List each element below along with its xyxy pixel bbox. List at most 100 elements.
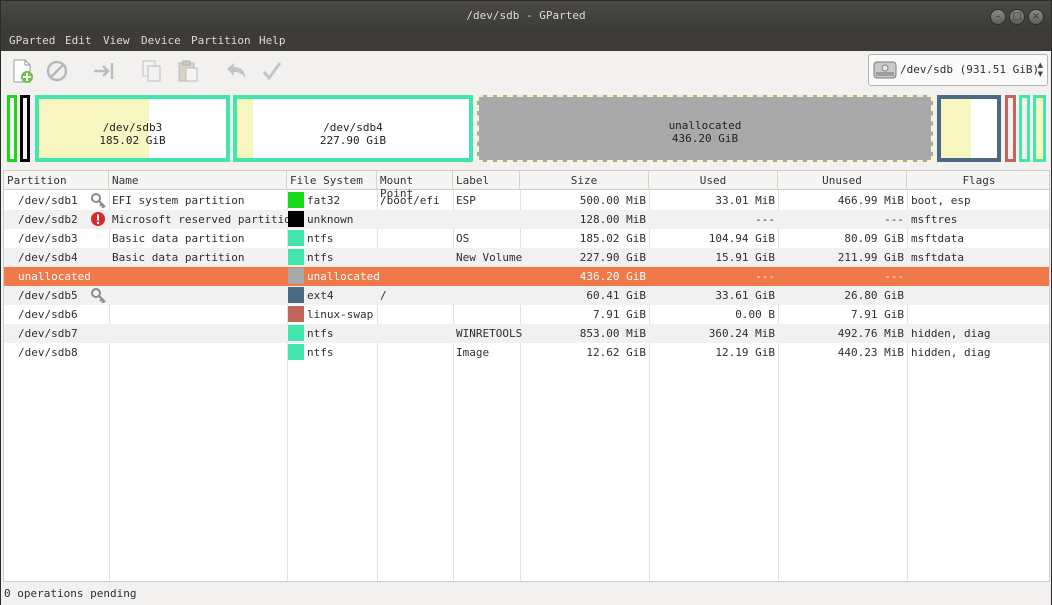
col-used[interactable]: Used xyxy=(649,171,778,190)
cell-name: Microsoft reserved partition xyxy=(112,213,298,226)
map-sdb5[interactable] xyxy=(937,95,1001,162)
filesystem-color-swatch xyxy=(288,344,304,360)
apply-button[interactable] xyxy=(259,58,285,84)
map-sdb4[interactable]: /dev/sdb4 227.90 GiB xyxy=(233,95,473,162)
cell-used: 33.01 MiB xyxy=(715,194,775,207)
cell-label: WINRETOOLS xyxy=(456,327,523,340)
col-file-system[interactable]: File System xyxy=(287,171,377,190)
cell-used: 33.61 GiB xyxy=(715,289,775,302)
cell-flags: hidden, diag xyxy=(911,327,991,340)
cell-mount-point: / xyxy=(380,289,387,302)
device-selector[interactable]: /dev/sdb (931.51 GiB) ▲ ▼ xyxy=(868,54,1048,86)
col-size[interactable]: Size xyxy=(520,171,649,190)
table-row[interactable]: /dev/sdb3 Basic data partition ntfs OS 185.0… xyxy=(4,229,1049,248)
cell-unused: 7.91 GiB xyxy=(851,308,904,321)
cell-used: 360.24 MiB xyxy=(708,327,775,340)
cell-flags: boot, esp xyxy=(911,194,971,207)
col-mount-point[interactable]: Mount Point xyxy=(377,171,453,200)
cell-name: Basic data partition xyxy=(112,251,245,264)
menu-device[interactable]: Device xyxy=(141,34,181,47)
filesystem-color-swatch xyxy=(288,249,304,265)
cell-partition: /dev/sdb5 xyxy=(18,289,78,302)
map-sdb3[interactable]: /dev/sdb3 185.02 GiB xyxy=(35,95,230,162)
col-label[interactable]: Label xyxy=(453,171,520,190)
map-unallocated-label: unallocated 436.20 GiB xyxy=(668,119,742,145)
cell-unused: 440.23 MiB xyxy=(837,346,904,359)
table-row[interactable]: /dev/sdb6 linux-swap 7.91 GiB 0.00 B 7.91 Gi… xyxy=(4,305,1049,324)
table-row[interactable]: /dev/sdb2 Microsoft reserved partition unk… xyxy=(4,210,1049,229)
cell-file-system: ntfs xyxy=(307,232,334,245)
cell-flags: msftdata xyxy=(911,232,964,245)
title-bar[interactable]: /dev/sdb - GParted – □ × xyxy=(1,1,1051,31)
menu-partition[interactable]: Partition xyxy=(191,34,251,47)
minimize-button[interactable]: – xyxy=(990,9,1006,25)
col-name[interactable]: Name xyxy=(109,171,287,190)
map-sdb6[interactable] xyxy=(1005,95,1016,162)
filesystem-color-swatch xyxy=(288,287,304,303)
cell-used: 15.91 GiB xyxy=(715,251,775,264)
device-label: /dev/sdb (931.51 GiB) xyxy=(900,63,1040,76)
maximize-button[interactable]: □ xyxy=(1009,9,1025,25)
cell-partition: unallocated xyxy=(18,270,91,283)
cell-size: 12.62 GiB xyxy=(586,346,646,359)
mounted-key-icon xyxy=(90,192,106,211)
filesystem-color-swatch xyxy=(288,230,304,246)
menu-edit[interactable]: Edit xyxy=(65,34,92,47)
menu-gparted[interactable]: GParted xyxy=(9,34,55,47)
cell-file-system: fat32 xyxy=(307,194,341,207)
paste-button[interactable] xyxy=(175,58,201,84)
cell-unused: 211.99 GiB xyxy=(837,251,904,264)
cell-partition: /dev/sdb6 xyxy=(18,308,78,321)
copy-button[interactable] xyxy=(139,58,165,84)
cell-file-system: unknown xyxy=(307,213,354,226)
cell-size: 185.02 GiB xyxy=(579,232,646,245)
undo-button[interactable] xyxy=(223,58,249,84)
cell-label: ESP xyxy=(456,194,476,207)
map-sdb8[interactable] xyxy=(1033,95,1046,162)
resize-move-icon xyxy=(94,63,114,79)
menu-view[interactable]: View xyxy=(103,34,130,47)
partition-map: /dev/sdb3 185.02 GiB /dev/sdb4 227.90 Gi… xyxy=(5,93,1049,165)
col-partition[interactable]: Partition xyxy=(4,171,109,190)
cell-mount-point: /boot/efi xyxy=(380,194,440,207)
map-unallocated[interactable]: unallocated 436.20 GiB xyxy=(477,95,933,162)
table-row[interactable]: /dev/sdb8 ntfs Image 12.62 GiB 12.19 GiB 440.… xyxy=(4,343,1049,362)
spin-arrows-icon: ▲ ▼ xyxy=(1037,61,1043,78)
map-sdb1[interactable] xyxy=(7,95,17,162)
hard-disk-icon xyxy=(873,61,897,79)
cell-unused: 80.09 GiB xyxy=(844,232,904,245)
map-sdb3-label: /dev/sdb3 185.02 GiB xyxy=(99,121,166,147)
table-row[interactable]: unallocated unallocated 436.20 GiB --- --- xyxy=(4,267,1049,286)
cell-used: --- xyxy=(755,270,775,283)
map-sdb7[interactable] xyxy=(1019,95,1030,162)
warning-icon xyxy=(90,211,106,230)
cell-partition: /dev/sdb4 xyxy=(18,251,78,264)
paste-icon xyxy=(178,60,198,82)
gparted-window: /dev/sdb - GParted – □ × GParted Edit Vi… xyxy=(0,0,1052,605)
table-row[interactable]: /dev/sdb1 EFI system partition fat32/boot/… xyxy=(4,191,1049,210)
filesystem-color-swatch xyxy=(288,268,304,284)
col-flags[interactable]: Flags xyxy=(907,171,1049,190)
resize-move-button[interactable] xyxy=(91,58,117,84)
cell-unused: --- xyxy=(884,270,904,283)
status-text: 0 operations pending xyxy=(4,587,137,600)
cell-used: 104.94 GiB xyxy=(708,232,775,245)
cell-size: 7.91 GiB xyxy=(593,308,646,321)
delete-partition-button[interactable] xyxy=(44,58,70,84)
cell-size: 500.00 MiB xyxy=(579,194,646,207)
table-row[interactable]: /dev/sdb5 ext4 / 60.41 GiB 33.61 GiB 26.80 Gi… xyxy=(4,286,1049,305)
cell-partition: /dev/sdb2 xyxy=(18,213,78,226)
cell-size: 436.20 GiB xyxy=(579,270,646,283)
cell-unused: --- xyxy=(884,213,904,226)
menu-help[interactable]: Help xyxy=(259,34,286,47)
cell-size: 227.90 GiB xyxy=(579,251,646,264)
table-row[interactable]: /dev/sdb7 ntfs WINRETOOLS 853.00 MiB 360.24 … xyxy=(4,324,1049,343)
map-sdb2[interactable] xyxy=(20,95,30,162)
cell-file-system: ext4 xyxy=(307,289,334,302)
col-unused[interactable]: Unused xyxy=(778,171,907,190)
checkmark-icon xyxy=(262,62,282,81)
table-row[interactable]: /dev/sdb4 Basic data partition ntfs New Vol… xyxy=(4,248,1049,267)
mounted-key-icon xyxy=(90,287,106,306)
close-button[interactable]: × xyxy=(1028,9,1044,25)
new-partition-button[interactable] xyxy=(10,58,36,84)
